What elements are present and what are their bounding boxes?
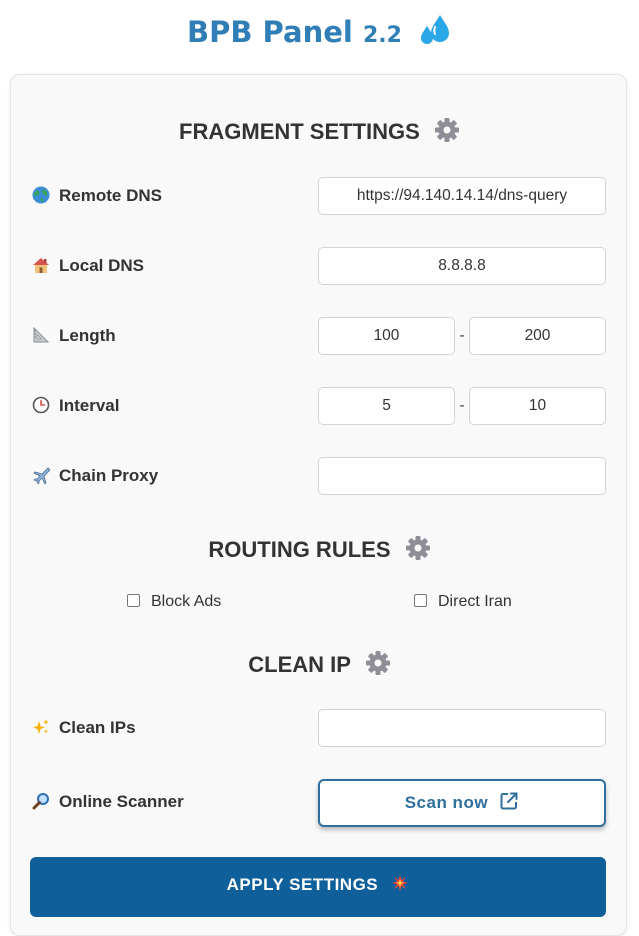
gear-icon: [434, 117, 460, 151]
airplane-icon: [32, 459, 51, 485]
direct-iran-option[interactable]: Direct Iran: [414, 592, 512, 612]
online-scanner-label: Online Scanner: [32, 782, 184, 822]
clean-ips-input[interactable]: [318, 709, 606, 747]
length-label: Length: [32, 316, 116, 356]
interval-max-input[interactable]: 10: [469, 387, 606, 425]
length-min-input[interactable]: 100: [318, 317, 455, 355]
clean-ip-heading: CLEAN IP: [0, 650, 639, 684]
page-title: BPB Panel 2.2: [0, 12, 639, 56]
interval-min-input[interactable]: 5: [318, 387, 455, 425]
routing-rules-heading: ROUTING RULES: [0, 535, 639, 569]
length-max-input[interactable]: 200: [469, 317, 606, 355]
fragment-settings-heading: FRAGMENT SETTINGS: [0, 117, 639, 151]
house-icon: [32, 249, 50, 273]
chain-proxy-label: Chain Proxy: [32, 456, 158, 496]
sparkles-icon: [32, 711, 50, 734]
local-dns-label: Local DNS: [32, 246, 144, 286]
clean-ips-label: Clean IPs: [32, 708, 136, 748]
collision-icon: [391, 859, 409, 915]
magnifier-icon: [32, 785, 50, 810]
droplets-icon: [418, 13, 452, 55]
app-version: 2.2: [362, 23, 402, 48]
block-ads-checkbox[interactable]: [127, 594, 140, 607]
local-dns-input[interactable]: 8.8.8.8: [318, 247, 606, 285]
interval-separator: -: [459, 397, 465, 414]
external-link-icon: [500, 792, 518, 810]
app-title: BPB Panel: [186, 15, 353, 49]
remote-dns-label: Remote DNS: [32, 176, 162, 216]
direct-iran-checkbox[interactable]: [414, 594, 427, 607]
triangular-ruler-icon: [32, 319, 50, 343]
length-separator: -: [459, 327, 465, 344]
chain-proxy-input[interactable]: [318, 457, 606, 495]
scan-now-button[interactable]: Scan now: [318, 779, 606, 827]
globe-icon: [32, 179, 50, 204]
apply-settings-button[interactable]: APPLY SETTINGS: [30, 857, 606, 917]
clock-icon: [32, 389, 50, 414]
remote-dns-input[interactable]: https://94.140.14.14/dns-query: [318, 177, 606, 215]
interval-label: Interval: [32, 386, 119, 426]
gear-icon: [365, 650, 391, 684]
block-ads-option[interactable]: Block Ads: [127, 592, 221, 612]
gear-icon: [405, 535, 431, 569]
